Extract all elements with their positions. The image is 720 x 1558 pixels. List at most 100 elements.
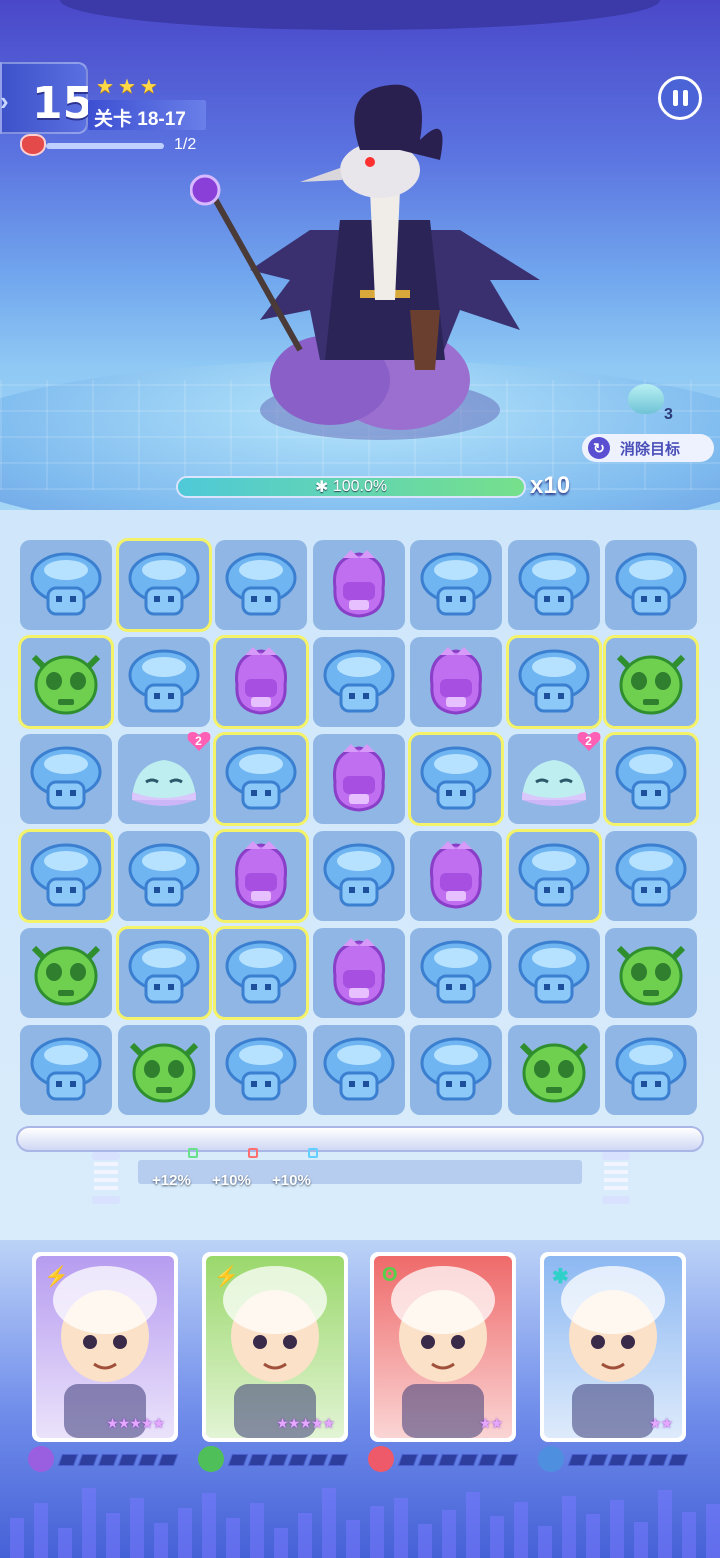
board-cell[interactable] xyxy=(20,1025,112,1115)
blue-gem-icon xyxy=(28,548,104,622)
equalizer-bar xyxy=(466,1492,480,1558)
board-cell[interactable] xyxy=(213,635,309,729)
board-cell[interactable] xyxy=(410,928,502,1018)
energy-segment xyxy=(157,1454,179,1466)
green-gem-icon xyxy=(613,645,689,719)
board-cell[interactable] xyxy=(213,926,309,1020)
energy-segment xyxy=(607,1454,629,1466)
board-cell[interactable] xyxy=(20,734,112,824)
energy-segment xyxy=(287,1454,309,1466)
equalizer-bar xyxy=(58,1528,72,1558)
hero-card-skull-helmet-warrior[interactable]: ⚡ ★★★★★ xyxy=(202,1252,348,1442)
board-cell[interactable] xyxy=(117,1025,210,1115)
board-cell[interactable] xyxy=(605,540,697,630)
board-cell[interactable] xyxy=(605,1025,697,1115)
energy-segment xyxy=(437,1454,459,1466)
element-icon: ʘ xyxy=(382,1264,398,1286)
board-cell[interactable] xyxy=(410,831,502,921)
board-cell[interactable] xyxy=(213,732,309,826)
purple-gem-icon xyxy=(321,936,397,1010)
board-cell[interactable] xyxy=(507,540,600,630)
board-cell[interactable] xyxy=(215,1025,307,1115)
board-cell[interactable] xyxy=(20,540,112,630)
element-gem-icon xyxy=(198,1446,224,1472)
board-cell[interactable] xyxy=(505,635,602,729)
element-icon: ✱ xyxy=(552,1266,569,1288)
equalizer-bar xyxy=(322,1488,336,1558)
board-cell[interactable] xyxy=(115,926,212,1020)
blue-gem-icon xyxy=(418,548,494,622)
board-cell[interactable] xyxy=(312,637,405,727)
element-gem-icon xyxy=(368,1446,394,1472)
bonus-2: +10% xyxy=(212,1148,258,1189)
blue-gem-icon xyxy=(28,1033,104,1107)
equalizer-bar xyxy=(226,1518,240,1558)
energy-segment xyxy=(457,1454,479,1466)
board-cell[interactable] xyxy=(410,1025,502,1115)
green-gem-icon xyxy=(516,1033,592,1107)
board-cell[interactable] xyxy=(18,635,114,729)
board-cell[interactable] xyxy=(312,928,405,1018)
boss-hp-text: 100.0% xyxy=(332,478,388,495)
bonus-track xyxy=(138,1160,582,1184)
board-cell[interactable]: 2 xyxy=(507,732,600,824)
board-cell[interactable] xyxy=(507,928,600,1018)
hero-portrait: ✱ ★★ xyxy=(544,1256,682,1438)
board-cell[interactable] xyxy=(505,829,602,923)
blue-gem-icon xyxy=(613,1033,689,1107)
hero-portrait: ⚡ ★★★★★ xyxy=(36,1256,174,1438)
board-cell[interactable] xyxy=(213,829,309,923)
board-cell[interactable] xyxy=(117,637,210,727)
hero-card-headphone-girl[interactable]: ✱ ★★ xyxy=(540,1252,686,1442)
enemy-wave-icon xyxy=(20,134,46,156)
equalizer-bar xyxy=(370,1506,384,1558)
board-shelf xyxy=(16,1126,704,1152)
board-cell[interactable] xyxy=(603,635,699,729)
equalizer-bar xyxy=(658,1490,672,1558)
blue-gem-icon xyxy=(516,645,592,719)
equalizer-bar xyxy=(10,1518,24,1558)
board-cell[interactable] xyxy=(115,538,212,632)
board-cell[interactable] xyxy=(603,732,699,826)
board-cell[interactable]: 2 xyxy=(117,732,210,824)
energy-segment xyxy=(117,1454,139,1466)
spring-right xyxy=(602,1152,630,1204)
energy-segment xyxy=(77,1454,99,1466)
heart-badge-icon: 2 xyxy=(186,730,212,752)
board-cell[interactable] xyxy=(507,1025,600,1115)
element-gem-icon xyxy=(538,1446,564,1472)
pause-button[interactable] xyxy=(658,76,702,120)
board-cell[interactable] xyxy=(215,540,307,630)
element-icon: ⚡ xyxy=(214,1266,239,1288)
board-cell[interactable] xyxy=(20,928,112,1018)
board-cell[interactable] xyxy=(408,732,504,826)
blue-gem-icon xyxy=(223,548,299,622)
green-gem-icon xyxy=(28,936,104,1010)
hero-card-astronaut-bear[interactable]: ʘ ★★ xyxy=(370,1252,516,1442)
bonus-dot-icon xyxy=(188,1148,198,1158)
blue-gem-icon xyxy=(321,645,397,719)
clear-goal-button[interactable]: ↻ 消除目标 xyxy=(582,434,714,462)
board-cell[interactable] xyxy=(605,831,697,921)
blue-gem-icon xyxy=(516,548,592,622)
hero-card-bear-hood-hero[interactable]: ⚡ ★★★★★ xyxy=(32,1252,178,1442)
equalizer-bar xyxy=(346,1520,360,1558)
expand-arrow-icon[interactable]: › xyxy=(0,86,9,117)
equalizer-bar xyxy=(82,1488,96,1558)
equalizer-bar xyxy=(610,1500,624,1558)
board-cell[interactable] xyxy=(605,928,697,1018)
board-cell[interactable] xyxy=(410,637,502,727)
energy-segment xyxy=(417,1454,439,1466)
energy-segment xyxy=(397,1454,419,1466)
board-cell[interactable] xyxy=(312,734,405,824)
purple-gem-icon xyxy=(418,839,494,913)
blue-gem-icon xyxy=(28,742,104,816)
board-cell[interactable] xyxy=(117,831,210,921)
board-cell[interactable] xyxy=(18,829,114,923)
board-cell[interactable] xyxy=(312,831,405,921)
board-cell[interactable] xyxy=(312,1025,405,1115)
board-cell[interactable] xyxy=(312,540,405,630)
target-count: 3 xyxy=(664,406,673,423)
board-cell[interactable] xyxy=(410,540,502,630)
hero-stars: ★★ xyxy=(648,1415,673,1431)
